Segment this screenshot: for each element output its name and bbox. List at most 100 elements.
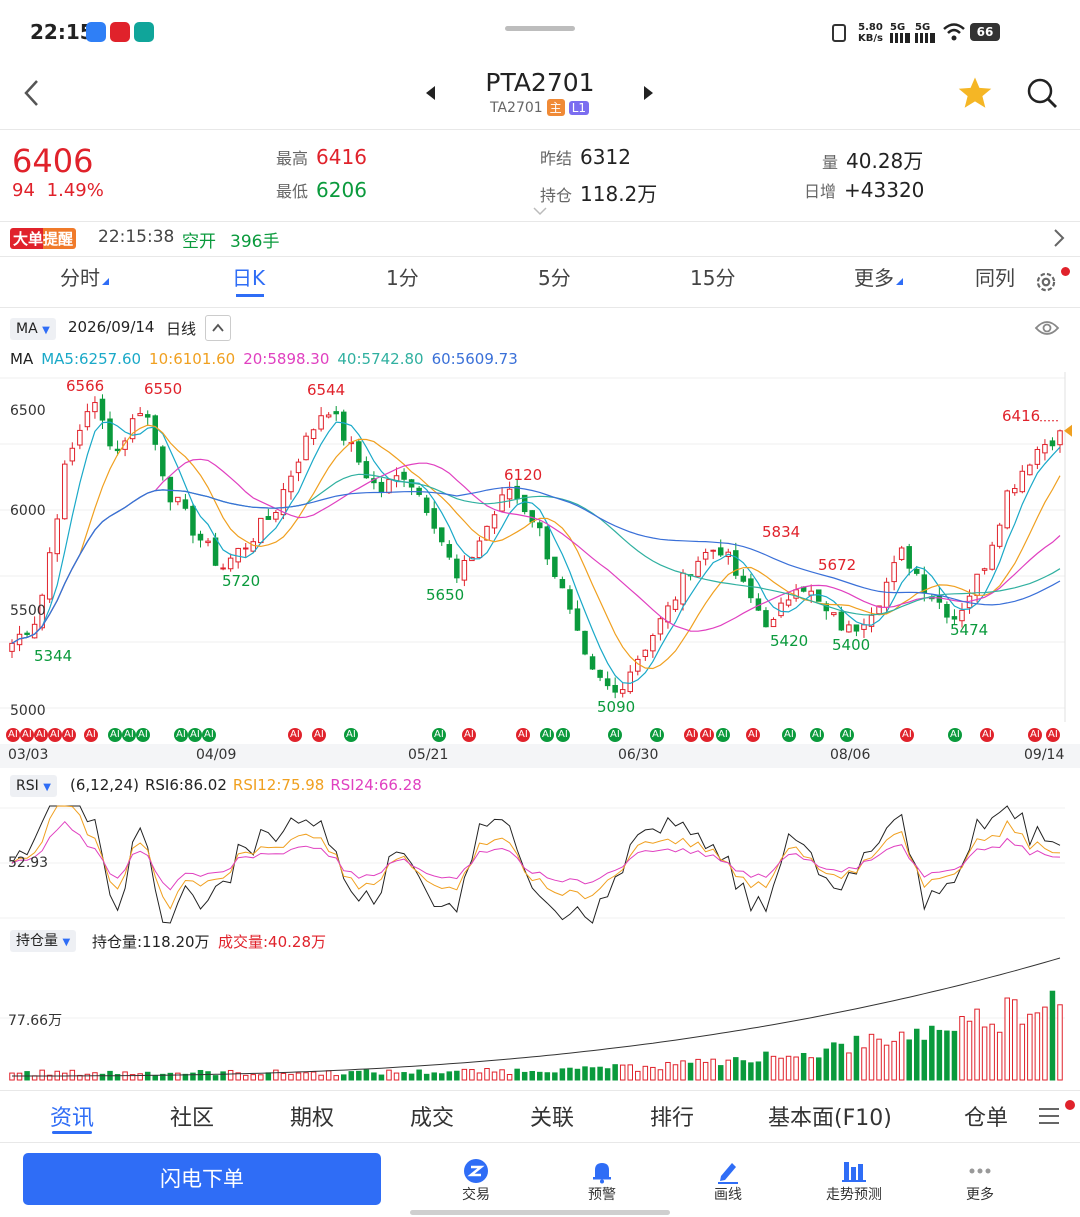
trade-button[interactable]: 交易 bbox=[431, 1158, 521, 1204]
ai-signal-tag[interactable]: AI bbox=[556, 728, 570, 742]
notification-dot bbox=[1065, 1100, 1075, 1110]
rsi-chart[interactable] bbox=[0, 798, 1080, 928]
tab-0[interactable]: 分时 bbox=[60, 262, 109, 291]
ai-signal-tag[interactable]: AI bbox=[462, 728, 476, 742]
trend-forecast-button[interactable]: 走势预测 bbox=[809, 1158, 899, 1204]
ai-signal-tag[interactable]: AI bbox=[1028, 728, 1042, 742]
ai-signal-tag[interactable]: AI bbox=[1046, 728, 1060, 742]
back-icon[interactable] bbox=[20, 78, 44, 108]
ai-signal-tag[interactable]: AI bbox=[202, 728, 216, 742]
ai-signal-tag[interactable]: AI bbox=[344, 728, 358, 742]
alert-button[interactable]: 预警 bbox=[557, 1158, 647, 1204]
bottom-tab-5[interactable]: 排行 bbox=[650, 1100, 694, 1132]
oi-selector[interactable]: 持仓量 ▼ bbox=[10, 930, 77, 952]
bottom-tab-1[interactable]: 社区 bbox=[170, 1100, 214, 1132]
drag-handle[interactable] bbox=[505, 26, 575, 31]
next-contract-arrow[interactable] bbox=[644, 86, 653, 100]
ai-signal-tag[interactable]: AI bbox=[174, 728, 188, 742]
candle bbox=[99, 398, 106, 421]
ai-signal-tag[interactable]: AI bbox=[122, 728, 136, 742]
ai-signal-tag[interactable]: AI bbox=[782, 728, 796, 742]
tab-3[interactable]: 5分 bbox=[538, 262, 571, 291]
more-button[interactable]: 更多 bbox=[935, 1158, 1025, 1204]
tab-1[interactable]: 日K bbox=[232, 262, 265, 291]
search-icon[interactable] bbox=[1025, 76, 1059, 110]
candle bbox=[1012, 488, 1018, 494]
indicator-selector[interactable]: MA ▼ bbox=[10, 318, 56, 340]
ai-signal-tag[interactable]: AI bbox=[312, 728, 326, 742]
candle bbox=[544, 526, 551, 560]
candle bbox=[62, 463, 68, 520]
ai-signal-tag[interactable]: AI bbox=[432, 728, 446, 742]
bottom-tab-6[interactable]: 基本面(F10) bbox=[768, 1100, 892, 1132]
ma10-line bbox=[11, 424, 1061, 670]
collapse-button[interactable] bbox=[205, 315, 231, 341]
ai-signal-tag[interactable]: AI bbox=[840, 728, 854, 742]
volume-bar bbox=[672, 1064, 679, 1081]
ai-signal-tag[interactable]: AI bbox=[608, 728, 622, 742]
volume-bar bbox=[710, 1058, 716, 1081]
volume-bar bbox=[959, 1016, 965, 1081]
prev-settle-value: 6312 bbox=[580, 145, 631, 169]
bottom-tab-0[interactable]: 资讯 bbox=[50, 1100, 94, 1132]
settings-gear-icon[interactable] bbox=[1033, 269, 1059, 295]
tab-5[interactable]: 更多 bbox=[854, 262, 903, 291]
ai-signal-tag[interactable]: AI bbox=[948, 728, 962, 742]
tab-2[interactable]: 1分 bbox=[386, 262, 419, 291]
bottom-tab-4[interactable]: 关联 bbox=[530, 1100, 574, 1132]
ai-signal-tag[interactable]: AI bbox=[62, 728, 76, 742]
divider bbox=[0, 1142, 1080, 1143]
big-order-alert[interactable]: 大单提醒 22:15:38 空开 396手 bbox=[0, 222, 1080, 254]
ai-signal-tag[interactable]: AI bbox=[746, 728, 760, 742]
ai-signal-tag[interactable]: AI bbox=[650, 728, 664, 742]
chevron-up-icon bbox=[212, 323, 224, 332]
ai-signal-tag[interactable]: AI bbox=[84, 728, 98, 742]
rsi-selector[interactable]: RSI ▼ bbox=[10, 775, 57, 797]
page-title: PTA2701 bbox=[485, 68, 595, 97]
ai-signal-tag[interactable]: AI bbox=[34, 728, 48, 742]
ai-signal-tag[interactable]: AI bbox=[700, 728, 714, 742]
candle bbox=[778, 602, 784, 617]
ma60-value: 60:5609.73 bbox=[431, 350, 518, 368]
volume-bar bbox=[454, 1070, 460, 1081]
ai-signal-tag[interactable]: AI bbox=[810, 728, 824, 742]
volume-bar bbox=[642, 1065, 649, 1081]
ai-signal-tag[interactable]: AI bbox=[516, 728, 530, 742]
ai-signal-tag[interactable]: AI bbox=[540, 728, 554, 742]
volume-bar bbox=[197, 1069, 204, 1081]
volume-bar bbox=[597, 1066, 603, 1081]
candle bbox=[996, 524, 1003, 547]
ai-signal-tag[interactable]: AI bbox=[716, 728, 730, 742]
tab-6[interactable]: 同列 bbox=[975, 262, 1015, 291]
bottom-tab-7[interactable]: 仓单 bbox=[964, 1100, 1008, 1132]
flash-order-button[interactable]: 闪电下单 bbox=[23, 1153, 381, 1205]
ai-signal-tag[interactable]: AI bbox=[6, 728, 20, 742]
candle bbox=[906, 546, 912, 569]
ai-signal-tag[interactable]: AI bbox=[900, 728, 914, 742]
tab-4[interactable]: 15分 bbox=[690, 262, 735, 291]
bottom-tab-2[interactable]: 期权 bbox=[290, 1100, 334, 1132]
ai-signal-tag[interactable]: AI bbox=[980, 728, 994, 742]
ai-signal-tag[interactable]: AI bbox=[288, 728, 302, 742]
ai-signal-tag[interactable]: AI bbox=[48, 728, 62, 742]
menu-icon[interactable] bbox=[1038, 1106, 1060, 1126]
expand-quote-icon[interactable] bbox=[532, 206, 548, 216]
status-bar: 22:15 5.80 KB/s 5G 5G 66 bbox=[0, 0, 1080, 62]
candle bbox=[680, 572, 686, 605]
star-icon[interactable] bbox=[957, 76, 993, 110]
volume-chart[interactable] bbox=[0, 954, 1080, 1084]
ai-signal-tag[interactable]: AI bbox=[188, 728, 202, 742]
bottom-tab-3[interactable]: 成交 bbox=[410, 1100, 454, 1132]
eye-icon[interactable] bbox=[1034, 318, 1060, 338]
draw-line-button[interactable]: 画线 bbox=[683, 1158, 773, 1204]
volume-bar bbox=[800, 1052, 807, 1081]
ai-signal-tag[interactable]: AI bbox=[136, 728, 150, 742]
candlestick-chart[interactable] bbox=[0, 372, 1080, 722]
ai-signal-tag[interactable]: AI bbox=[108, 728, 122, 742]
prev-contract-arrow[interactable] bbox=[426, 86, 435, 100]
ai-signal-tag[interactable]: AI bbox=[684, 728, 698, 742]
ai-signal-tag[interactable]: AI bbox=[20, 728, 34, 742]
volume-bar bbox=[99, 1073, 106, 1081]
candle bbox=[92, 402, 98, 413]
chevron-right-icon bbox=[1054, 229, 1065, 247]
